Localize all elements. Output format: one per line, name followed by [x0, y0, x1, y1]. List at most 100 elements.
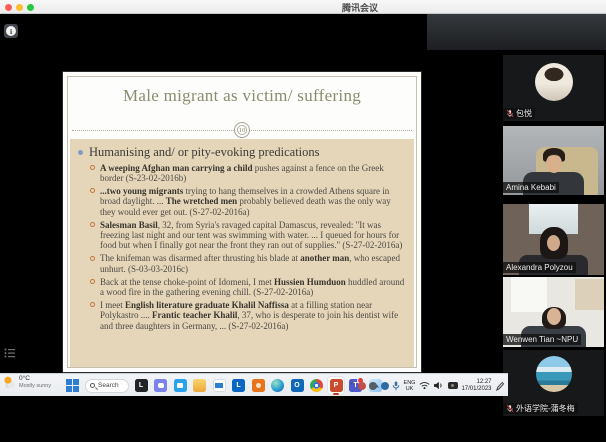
participant-name-badge: Alexandra Polyzou: [503, 262, 576, 273]
participant-tile[interactable]: Amina Kebabi: [503, 126, 604, 195]
participant-name-badge: Amina Kebabi: [503, 182, 559, 193]
sub-bullet-text: A weeping Afghan man carrying a child pu…: [100, 163, 406, 184]
slide-bullet-list: A weeping Afghan man carrying a child pu…: [77, 163, 406, 332]
participant-name: Alexandra Polyzou: [506, 262, 573, 273]
tray-headset-icon[interactable]: [381, 382, 389, 390]
camera-tray-icon[interactable]: [448, 382, 458, 389]
slide-sub-bullet-item: ...two young migrants trying to hang the…: [90, 186, 406, 217]
speaker-icon[interactable]: [433, 381, 444, 390]
slide-sub-bullet-item: Back at the tense choke-point of Idomeni…: [90, 277, 406, 298]
search-icon: [90, 383, 95, 388]
tray-microphone-icon[interactable]: [392, 381, 400, 391]
powerpoint-taskbar-button[interactable]: [328, 377, 344, 394]
taskbar-search[interactable]: Search: [85, 379, 129, 393]
taskbar-apps: [133, 377, 383, 394]
windows-start-button[interactable]: [66, 379, 79, 392]
app-dark-l-icon: [135, 379, 148, 392]
chat-icon: [154, 379, 167, 392]
file-explorer-taskbar-button[interactable]: [192, 377, 208, 394]
tray-app-icon[interactable]: [358, 382, 366, 390]
window-controls: [5, 4, 34, 11]
slide-title: Male migrant as victim/ suffering: [63, 86, 421, 106]
app-blue-taskbar-button[interactable]: [231, 377, 247, 394]
tray-overflow-chevron-icon[interactable]: ^: [351, 382, 354, 389]
sub-bullet-icon: [90, 188, 95, 193]
sub-bullet-text: Salesman Basil, 32, from Syria's ravaged…: [100, 220, 406, 251]
slide-page-number: 10: [234, 122, 250, 138]
tray-time: 12:27: [476, 379, 491, 386]
slide-heading: Humanising and/ or pity-evoking predicat…: [89, 145, 320, 160]
chrome-icon: [310, 379, 323, 392]
sub-bullet-text: I meet English literature graduate Khali…: [100, 300, 406, 331]
slide-sub-bullet-item: The knifeman was disarmed after thrustin…: [90, 253, 406, 274]
slide-sub-bullet-item: A weeping Afghan man carrying a child pu…: [90, 163, 406, 184]
webcam-face: [547, 235, 560, 251]
weather-sun-cloud-icon: [3, 376, 16, 389]
annotation-list-icon[interactable]: [4, 346, 16, 364]
weather-widget[interactable]: 0°C Mostly sunny: [3, 376, 51, 389]
muted-mic-icon: [506, 404, 514, 413]
outlook-icon: [291, 379, 304, 392]
store-icon: [174, 379, 187, 392]
weather-text: 0°C Mostly sunny: [19, 376, 51, 389]
shared-slide: Male migrant as victim/ suffering 10 Hum…: [63, 72, 421, 372]
sub-bullet-icon: [90, 279, 95, 284]
muted-mic-icon: [506, 109, 514, 118]
store-taskbar-button[interactable]: [172, 377, 188, 394]
app-orange-taskbar-button[interactable]: [250, 377, 266, 394]
language-indicator[interactable]: ENG UK: [404, 380, 416, 392]
sub-bullet-text: Back at the tense choke-point of Idomeni…: [100, 277, 406, 298]
mail-taskbar-button[interactable]: [211, 377, 227, 394]
windows-taskbar: 0°C Mostly sunny Search ^: [0, 373, 508, 396]
participant-name-badge: 包悦: [503, 108, 535, 119]
app-orange-icon: [252, 379, 265, 392]
sub-bullet-text: The knifeman was disarmed after thrustin…: [100, 253, 406, 274]
webcam-face: [547, 308, 561, 325]
weather-condition: Mostly sunny: [19, 383, 51, 390]
heading-bullet-icon: [78, 150, 83, 155]
meeting-window: 腾讯会议 i Male migrant as victim/ suffering…: [0, 0, 606, 442]
participant-tile[interactable]: Alexandra Polyzou: [503, 204, 604, 275]
powerpoint-icon: [330, 379, 343, 392]
wifi-icon[interactable]: [419, 381, 430, 390]
app-blue-icon: [232, 379, 245, 392]
outlook-taskbar-button[interactable]: [289, 377, 305, 394]
edge-taskbar-button[interactable]: [270, 377, 286, 394]
taskbar-clock[interactable]: 12:27 17/01/2023: [461, 379, 491, 393]
participant-name: Amina Kebabi: [506, 182, 556, 193]
language-region: UK: [406, 386, 414, 392]
participant-name: 外语学院-蒲冬梅: [516, 403, 575, 414]
info-icon: i: [6, 26, 16, 36]
system-tray: ^ ENG UK: [351, 376, 504, 395]
app-dark-l-taskbar-button[interactable]: [133, 377, 149, 394]
webcam-feature: [511, 277, 547, 312]
sub-bullet-icon: [90, 165, 95, 170]
tray-date: 17/01/2023: [461, 386, 491, 393]
participant-name: Wenwen Tian ~NPU: [506, 334, 578, 345]
participant-name: 包悦: [516, 108, 532, 119]
meeting-info-button[interactable]: i: [4, 24, 18, 38]
chat-taskbar-button[interactable]: [153, 377, 169, 394]
tray-app-icon[interactable]: [369, 382, 377, 390]
fullscreen-window-button[interactable]: [27, 4, 34, 11]
edge-icon: [271, 379, 284, 392]
search-label: Search: [98, 382, 119, 389]
pen-icon[interactable]: [495, 381, 504, 391]
participant-tile[interactable]: 包悦: [503, 55, 604, 121]
avatar: [536, 356, 572, 392]
chrome-taskbar-button[interactable]: [309, 377, 325, 394]
sidebar-header-strip: [427, 14, 606, 50]
participant-tile[interactable]: 外语学院-蒲冬梅: [503, 350, 604, 416]
slide-body: Humanising and/ or pity-evoking predicat…: [70, 139, 414, 367]
close-window-button[interactable]: [5, 4, 12, 11]
slide-sub-bullet-item: Salesman Basil, 32, from Syria's ravaged…: [90, 220, 406, 251]
participant-tile[interactable]: Wenwen Tian ~NPU: [503, 277, 604, 347]
slide-heading-row: Humanising and/ or pity-evoking predicat…: [77, 145, 406, 160]
file-explorer-icon: [193, 379, 206, 392]
sub-bullet-icon: [90, 222, 95, 227]
participant-name-badge: Wenwen Tian ~NPU: [503, 334, 581, 345]
sub-bullet-text: ...two young migrants trying to hang the…: [100, 186, 406, 217]
participant-name-badge: 外语学院-蒲冬梅: [503, 403, 578, 414]
minimize-window-button[interactable]: [16, 4, 23, 11]
mail-icon: [213, 379, 226, 392]
